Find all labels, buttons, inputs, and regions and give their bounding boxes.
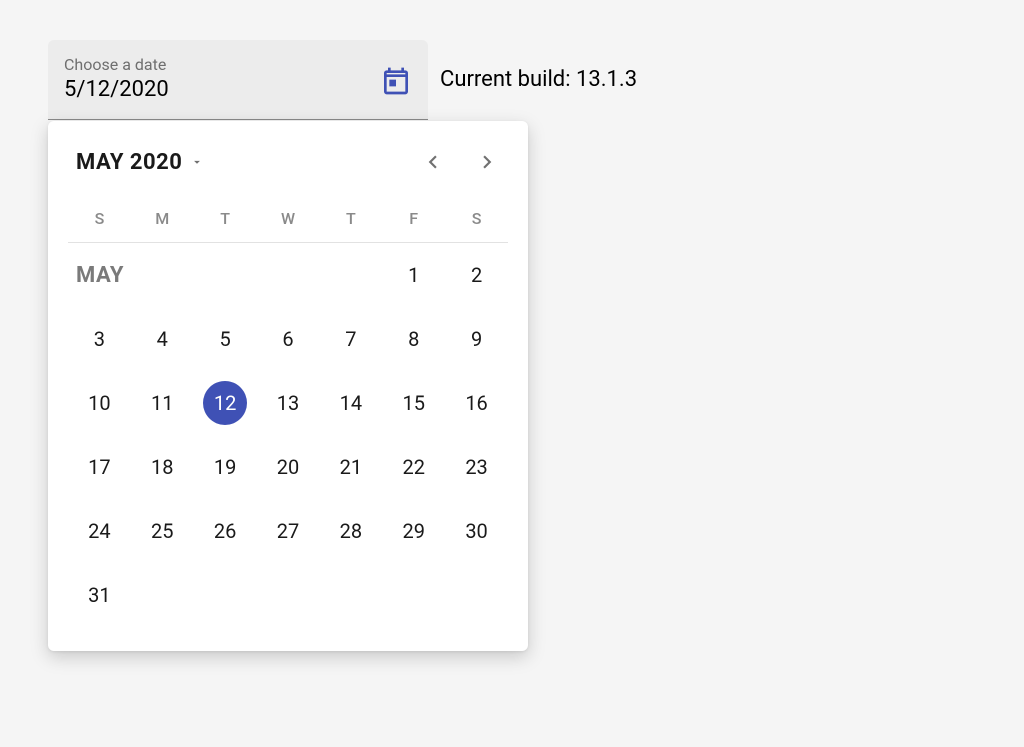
build-version: 13.1.3	[576, 67, 637, 92]
weekday-header: S	[68, 199, 131, 243]
day-cell[interactable]: 7	[319, 307, 382, 371]
next-month-button[interactable]	[474, 149, 500, 175]
day-cell[interactable]: 6	[257, 307, 320, 371]
day-cell[interactable]: 12	[194, 371, 257, 435]
weekday-header: M	[131, 199, 194, 243]
weekday-header: T	[319, 199, 382, 243]
day-cell[interactable]: 29	[382, 499, 445, 563]
day-cell[interactable]: 17	[68, 435, 131, 499]
build-text: Current build: 13.1.3	[440, 40, 637, 120]
day-cell[interactable]: 2	[445, 243, 508, 307]
day-cell[interactable]: 25	[131, 499, 194, 563]
day-cell[interactable]: 31	[68, 563, 131, 627]
chevron-right-icon	[474, 149, 500, 175]
inline-month-label: MAY	[68, 243, 257, 307]
day-cell[interactable]: 11	[131, 371, 194, 435]
day-cell[interactable]: 18	[131, 435, 194, 499]
build-label: Current build:	[440, 67, 576, 92]
day-cell[interactable]: 13	[257, 371, 320, 435]
day-cell[interactable]: 20	[257, 435, 320, 499]
weekday-header: F	[382, 199, 445, 243]
chevron-down-icon	[190, 155, 204, 169]
empty-cell	[257, 243, 320, 307]
month-year-label: MAY 2020	[76, 150, 182, 175]
date-input-field[interactable]: Choose a date 5/12/2020	[48, 40, 428, 120]
calendar-grid: SMTWTFSMAY123456789101112131415161718192…	[68, 199, 508, 627]
weekday-header: T	[194, 199, 257, 243]
day-cell[interactable]: 3	[68, 307, 131, 371]
weekday-header: S	[445, 199, 508, 243]
date-field-label: Choose a date	[64, 57, 169, 73]
prev-month-button[interactable]	[420, 149, 446, 175]
month-year-button[interactable]: MAY 2020	[76, 150, 204, 175]
calendar-icon	[380, 65, 412, 97]
day-cell[interactable]: 5	[194, 307, 257, 371]
datepicker-popover: MAY 2020 SMTWTFSMAY123456789101112131415…	[48, 121, 528, 651]
empty-cell	[319, 243, 382, 307]
day-cell[interactable]: 16	[445, 371, 508, 435]
day-cell[interactable]: 21	[319, 435, 382, 499]
day-cell[interactable]: 22	[382, 435, 445, 499]
day-cell[interactable]: 23	[445, 435, 508, 499]
day-cell[interactable]: 15	[382, 371, 445, 435]
day-cell[interactable]: 4	[131, 307, 194, 371]
date-field-value: 5/12/2020	[64, 77, 169, 103]
day-cell[interactable]: 10	[68, 371, 131, 435]
day-cell[interactable]: 28	[319, 499, 382, 563]
chevron-left-icon	[420, 149, 446, 175]
day-cell[interactable]: 24	[68, 499, 131, 563]
day-cell[interactable]: 19	[194, 435, 257, 499]
day-cell[interactable]: 1	[382, 243, 445, 307]
day-cell[interactable]: 30	[445, 499, 508, 563]
day-cell[interactable]: 27	[257, 499, 320, 563]
calendar-toggle-button[interactable]	[380, 65, 412, 97]
day-cell[interactable]: 8	[382, 307, 445, 371]
day-cell[interactable]: 26	[194, 499, 257, 563]
weekday-header: W	[257, 199, 320, 243]
day-cell[interactable]: 9	[445, 307, 508, 371]
day-cell[interactable]: 14	[319, 371, 382, 435]
